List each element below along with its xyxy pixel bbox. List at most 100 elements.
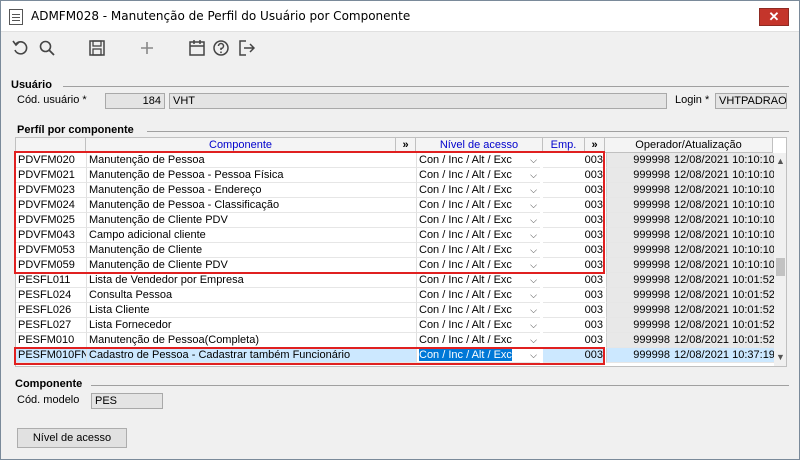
help-icon[interactable] bbox=[211, 39, 231, 59]
component-code-cell[interactable]: PDVFM021 bbox=[16, 168, 86, 183]
table-row[interactable]: PDVFM059 Manutenção de Cliente PDV Con / I… bbox=[16, 258, 774, 273]
component-desc-cell: Consulta Pessoa bbox=[86, 288, 416, 303]
table-row[interactable]: PDVFM025 Manutenção de Cliente PDV Con / I… bbox=[16, 213, 774, 228]
divider bbox=[91, 385, 789, 386]
emp-cell[interactable]: 003 bbox=[543, 168, 605, 183]
component-code-cell[interactable]: PDVFM024 bbox=[16, 198, 86, 213]
vertical-scrollbar[interactable]: ▲ ▼ bbox=[774, 153, 786, 366]
emp-cell[interactable]: 003 bbox=[543, 318, 605, 333]
table-row[interactable]: PDVFM053 Manutenção de Cliente Con / Inc /… bbox=[16, 243, 774, 258]
col-header-operador[interactable]: Operador/Atualização bbox=[605, 138, 773, 153]
exit-icon[interactable] bbox=[237, 39, 257, 59]
nivel-acesso-select[interactable]: Con / Inc / Alt / Exc ⌵ bbox=[416, 243, 540, 258]
nivel-acesso-value: Con / Inc / Alt / Exc bbox=[419, 319, 512, 331]
chevron-down-icon[interactable]: ⌵ bbox=[530, 333, 537, 347]
emp-cell[interactable]: 003 bbox=[543, 333, 605, 348]
table-row[interactable]: PDVFM023 Manutenção de Pessoa - Endereço C… bbox=[16, 183, 774, 198]
nivel-acesso-select[interactable]: Con / Inc / Alt / Exc ⌵ bbox=[416, 288, 540, 303]
emp-cell[interactable]: 003 bbox=[543, 273, 605, 288]
chevron-down-icon[interactable]: ⌵ bbox=[530, 273, 537, 287]
nivel-acesso-select[interactable]: Con / Inc / Alt / Exc ⌵ bbox=[416, 198, 540, 213]
emp-cell[interactable]: 003 bbox=[543, 213, 605, 228]
col-header-nivel[interactable]: Nível de acesso bbox=[416, 138, 543, 153]
col-header-emp[interactable]: Emp. bbox=[543, 138, 585, 153]
scroll-down-icon[interactable]: ▼ bbox=[775, 351, 786, 363]
table-row[interactable]: PESFM010FN Cadastro de Pessoa - Cadastrar… bbox=[16, 348, 774, 363]
component-code-cell[interactable]: PDVFM059 bbox=[16, 258, 86, 273]
emp-cell[interactable]: 003 bbox=[543, 303, 605, 318]
table-row[interactable]: PESFL011 Lista de Vendedor por Empresa Con… bbox=[16, 273, 774, 288]
chevron-down-icon[interactable]: ⌵ bbox=[530, 318, 537, 332]
nivel-acesso-select[interactable]: Con / Inc / Alt / Exc ⌵ bbox=[416, 258, 540, 273]
emp-cell[interactable]: 003 bbox=[543, 228, 605, 243]
undo-icon[interactable] bbox=[11, 39, 31, 59]
chevron-down-icon[interactable]: ⌵ bbox=[530, 213, 537, 227]
component-code-cell[interactable]: PDVFM043 bbox=[16, 228, 86, 243]
login-field[interactable]: VHTPADRAO bbox=[715, 93, 787, 109]
chevron-down-icon[interactable]: ⌵ bbox=[530, 168, 537, 182]
emp-cell[interactable]: 003 bbox=[543, 288, 605, 303]
emp-cell[interactable]: 003 bbox=[543, 153, 605, 168]
component-code-cell[interactable]: PDVFM020 bbox=[16, 153, 86, 168]
component-code-cell[interactable]: PESFL027 bbox=[16, 318, 86, 333]
chevron-down-icon[interactable]: ⌵ bbox=[530, 183, 537, 197]
table-row[interactable]: PDVFM021 Manutenção de Pessoa - Pessoa Fí… bbox=[16, 168, 774, 183]
emp-cell[interactable]: 003 bbox=[543, 348, 605, 363]
table-row[interactable]: PDVFM024 Manutenção de Pessoa - Classific… bbox=[16, 198, 774, 213]
emp-cell[interactable]: 003 bbox=[543, 258, 605, 273]
component-desc-cell: Manutenção de Pessoa - Endereço bbox=[86, 183, 416, 198]
component-code-cell[interactable]: PDVFM053 bbox=[16, 243, 86, 258]
table-row[interactable]: PDVFM043 Campo adicional cliente Con / Inc… bbox=[16, 228, 774, 243]
add-icon[interactable] bbox=[137, 39, 157, 59]
table-row[interactable]: PESFL024 Consulta Pessoa Con / Inc / Alt /… bbox=[16, 288, 774, 303]
table-row[interactable]: PDVFM020 Manutenção de Pessoa Con / Inc / … bbox=[16, 153, 774, 168]
operador-cell: 999998 bbox=[606, 303, 672, 318]
nivel-acesso-select[interactable]: Con / Inc / Alt / Exc ⌵ bbox=[416, 273, 540, 288]
table-row[interactable]: PESFL026 Lista Cliente Con / Inc / Alt / E… bbox=[16, 303, 774, 318]
nivel-acesso-select[interactable]: Con / Inc / Alt / Exc ⌵ bbox=[416, 183, 540, 198]
component-code-cell[interactable]: PESFM010FN bbox=[16, 348, 86, 363]
component-code-cell[interactable]: PESFL026 bbox=[16, 303, 86, 318]
save-icon[interactable] bbox=[87, 39, 107, 59]
emp-cell[interactable]: 003 bbox=[543, 198, 605, 213]
calendar-icon[interactable] bbox=[187, 39, 207, 59]
table-row[interactable]: PESFL027 Lista Fornecedor Con / Inc / Alt … bbox=[16, 318, 774, 333]
chevron-down-icon[interactable]: ⌵ bbox=[530, 303, 537, 317]
perfil-section-title: Perfíl por componente bbox=[17, 124, 134, 136]
table-row[interactable]: PESFM010 Manutenção de Pessoa(Completa) Co… bbox=[16, 333, 774, 348]
scroll-thumb[interactable] bbox=[776, 258, 785, 276]
nivel-acesso-select[interactable]: Con / Inc / Alt / Exc ⌵ bbox=[416, 303, 540, 318]
nivel-acesso-select[interactable]: Con / Inc / Alt / Exc ⌵ bbox=[416, 333, 540, 348]
chevron-down-icon[interactable]: ⌵ bbox=[530, 243, 537, 257]
col-header-componente[interactable]: Componente bbox=[86, 138, 396, 153]
component-code-cell[interactable]: PDVFM025 bbox=[16, 213, 86, 228]
nivel-acesso-select[interactable]: Con / Inc / Alt / Exc ⌵ bbox=[416, 213, 540, 228]
component-code-cell[interactable]: PESFL011 bbox=[16, 273, 86, 288]
emp-cell[interactable]: 003 bbox=[543, 243, 605, 258]
nivel-acesso-value: Con / Inc / Alt / Exc bbox=[419, 154, 512, 166]
nivel-acesso-select[interactable]: Con / Inc / Alt / Exc ⌵ bbox=[416, 318, 540, 333]
cod-usuario-field[interactable]: 184 bbox=[105, 93, 165, 109]
nivel-acesso-select[interactable]: Con / Inc / Alt / Exc ⌵ bbox=[416, 228, 540, 243]
chevron-down-icon[interactable]: ⌵ bbox=[530, 198, 537, 212]
nivel-acesso-select[interactable]: Con / Inc / Alt / Exc ⌵ bbox=[416, 348, 540, 363]
nivel-acesso-select[interactable]: Con / Inc / Alt / Exc ⌵ bbox=[416, 153, 540, 168]
chevron-down-icon[interactable]: ⌵ bbox=[530, 153, 537, 167]
component-code-cell[interactable]: PDVFM023 bbox=[16, 183, 86, 198]
close-button[interactable]: ✕ bbox=[759, 8, 789, 26]
scroll-up-icon[interactable]: ▲ bbox=[775, 155, 786, 167]
expand-button[interactable]: » bbox=[585, 138, 605, 153]
expand-button[interactable]: » bbox=[396, 138, 416, 153]
nivel-acesso-button[interactable]: Nível de acesso bbox=[17, 428, 127, 448]
component-code-cell[interactable]: PESFL024 bbox=[16, 288, 86, 303]
component-code-cell[interactable]: PESFM010 bbox=[16, 333, 86, 348]
search-icon[interactable] bbox=[37, 39, 57, 59]
nivel-acesso-select[interactable]: Con / Inc / Alt / Exc ⌵ bbox=[416, 168, 540, 183]
emp-cell[interactable]: 003 bbox=[543, 183, 605, 198]
atualizacao-cell: 12/08/2021 10:10:10 bbox=[672, 258, 774, 273]
chevron-down-icon[interactable]: ⌵ bbox=[530, 258, 537, 272]
chevron-down-icon[interactable]: ⌵ bbox=[530, 228, 537, 242]
chevron-down-icon[interactable]: ⌵ bbox=[530, 348, 537, 362]
cod-modelo-field[interactable]: PES bbox=[91, 393, 163, 409]
chevron-down-icon[interactable]: ⌵ bbox=[530, 288, 537, 302]
